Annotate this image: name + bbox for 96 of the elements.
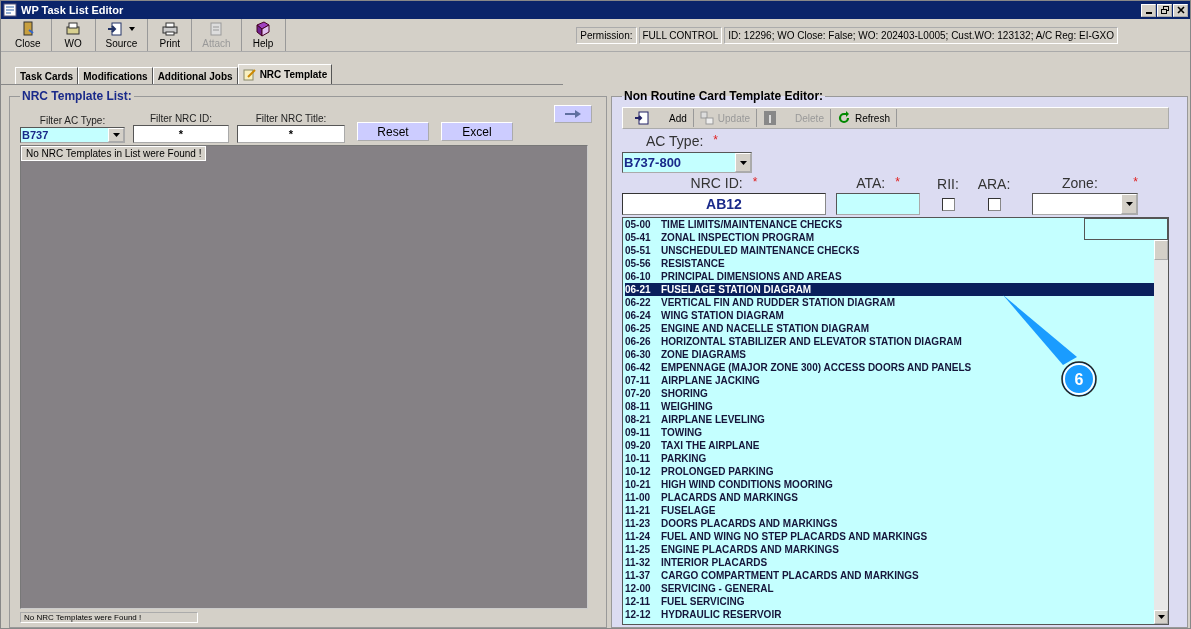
- ata-list-item[interactable]: 08-21 AIRPLANE LEVELING: [625, 413, 767, 426]
- import-icon: [107, 21, 124, 37]
- filter-field[interactable]: *: [237, 125, 345, 143]
- scroll-down-icon: [1157, 615, 1165, 619]
- restore-button[interactable]: [1157, 3, 1172, 17]
- toolbar-button[interactable]: Source: [95, 19, 149, 51]
- update-icon: [699, 111, 714, 125]
- tab[interactable]: NRC Template: [237, 64, 333, 84]
- ata-list-item[interactable]: 10-11 PARKING: [625, 452, 709, 465]
- restore-icon: [1160, 6, 1169, 14]
- zone-dropdown[interactable]: [1032, 193, 1138, 215]
- panel-title: Non Routine Card Template Editor:: [623, 89, 825, 103]
- close-button[interactable]: [1173, 3, 1188, 17]
- tab[interactable]: Modifications: [78, 67, 153, 84]
- field-label: RII:: [937, 176, 959, 192]
- ac-type-dropdown[interactable]: B737-800: [622, 152, 752, 173]
- transfer-button[interactable]: [554, 105, 592, 123]
- filter-field[interactable]: *: [133, 125, 229, 143]
- ata-list-item[interactable]: 05-41 ZONAL INSPECTION PROGRAM: [625, 231, 817, 244]
- filter-label: Filter AC Type:: [39, 115, 106, 126]
- empty-grid-message: No NRC Templates in List were Found !: [21, 146, 207, 161]
- ata-list-item[interactable]: 11-00 PLACARDS AND MARKINGS: [625, 491, 800, 504]
- ata-list-item[interactable]: 11-25 ENGINE PLACARDS AND MARKINGS: [625, 543, 841, 556]
- ata-list-item[interactable]: 10-12 PROLONGED PARKING: [625, 465, 776, 478]
- ata-list-item[interactable]: 06-22 VERTICAL FIN AND RUDDER STATION DIAGRAM: [625, 296, 898, 309]
- ata-list-item[interactable]: 07-20 SHORING: [625, 387, 710, 400]
- ata-list-item[interactable]: 09-11 TOWING: [625, 426, 704, 439]
- filter-dropdown[interactable]: B737: [20, 127, 125, 143]
- ata-list-item[interactable]: 11-24 FUEL AND WING NO STEP PLACARDS AND MARKINGS: [625, 530, 930, 543]
- required-mark: *: [895, 175, 900, 189]
- ata-list-item[interactable]: 06-26 HORIZONTAL STABILIZER AND ELEVATOR STATION DIAGRAM: [625, 335, 964, 348]
- toolbar-button[interactable]: Close: [5, 19, 52, 51]
- nrc-id-field[interactable]: AB12: [622, 193, 826, 215]
- toolbar-button[interactable]: WO: [51, 19, 96, 51]
- ata-list-item[interactable]: 05-56 RESISTANCE: [625, 257, 727, 270]
- app-icon: [3, 3, 17, 17]
- toolbar-button[interactable]: Help: [241, 19, 286, 51]
- minimize-button[interactable]: [1141, 3, 1156, 17]
- permission-label: Permission:: [576, 26, 637, 44]
- ata-list-item[interactable]: 05-00 TIME LIMITS/MAINTENANCE CHECKS: [625, 218, 845, 231]
- ata-list-item[interactable]: 12-00 SERVICING - GENERAL: [625, 582, 776, 595]
- scrollbar-thumb[interactable]: [1154, 240, 1168, 260]
- action-button[interactable]: Excel: [441, 122, 513, 141]
- ata-list-item[interactable]: 09-20 TAXI THE AIRPLANE: [625, 439, 762, 452]
- ata-list-item[interactable]: 12-12 HYDRAULIC RESERVOIR: [625, 608, 784, 621]
- ata-list-item[interactable]: 06-25 ENGINE AND NACELLE STATION DIAGRAM: [625, 322, 872, 335]
- work-order-info: ID: 12296; WO Close: False; WO: 202403-L0005; Cust.WO: 123132; A/C Reg: EI-GXO: [724, 26, 1118, 44]
- ata-list-item[interactable]: 06-10 PRINCIPAL DIMENSIONS AND AREAS: [625, 270, 844, 283]
- tab[interactable]: Task Cards: [15, 67, 79, 84]
- arrow-right-icon: [565, 110, 581, 118]
- filter-label: Filter NRC Title:: [255, 113, 327, 124]
- permission-value: FULL CONTROL: [638, 26, 723, 44]
- ata-list-item[interactable]: 06-42 EMPENNAGE (MAJOR ZONE 300) ACCESS DOORS AND PANELS: [625, 361, 974, 374]
- attachment-icon: [208, 21, 225, 37]
- dropdown-arrow-icon: [739, 160, 747, 165]
- refresh-icon: [836, 111, 851, 125]
- ara-checkbox[interactable]: [987, 198, 1001, 211]
- toolbar-button[interactable]: Print: [148, 19, 193, 51]
- field-label: AC Type:: [646, 133, 704, 149]
- toolbar-button[interactable]: Add: [629, 109, 694, 127]
- action-button[interactable]: Reset: [357, 122, 429, 141]
- caret-icon: [129, 27, 136, 31]
- toolbar-button[interactable]: Refresh: [830, 109, 897, 127]
- dropdown-arrow-icon: [1125, 202, 1133, 206]
- printer-icon: [65, 21, 82, 37]
- rii-checkbox[interactable]: [941, 198, 955, 211]
- field-label: NRC ID:: [690, 175, 743, 191]
- window-title: WP Task List Editor: [21, 4, 125, 16]
- tab[interactable]: Additional Jobs: [152, 67, 238, 84]
- add-record-icon: [635, 111, 649, 125]
- ata-list-item[interactable]: 08-11 WEIGHING: [625, 400, 715, 413]
- panel-title: NRC Template List:: [21, 89, 133, 103]
- notepad-icon: [242, 68, 256, 81]
- field-label: ATA:: [856, 175, 886, 191]
- dropdown-arrow-icon: [112, 133, 120, 137]
- ata-list-item[interactable]: 06-21 FUSELAGE STATION DIAGRAM: [625, 283, 1154, 296]
- ata-list-item[interactable]: 11-23 DOORS PLACARDS AND MARKINGS: [625, 517, 840, 530]
- close-icon: [1176, 6, 1185, 14]
- ata-list-item[interactable]: 06-24 WING STATION DIAGRAM: [625, 309, 786, 322]
- ata-field[interactable]: [836, 193, 920, 215]
- required-mark: *: [713, 133, 718, 147]
- ata-list-item[interactable]: 06-30 ZONE DIAGRAMS: [625, 348, 748, 361]
- ata-list-item[interactable]: 11-32 INTERIOR PLACARDS: [625, 556, 770, 569]
- required-mark: *: [752, 175, 758, 189]
- ata-list-item[interactable]: 11-37 CARGO COMPARTMENT PLACARDS AND MARKINGS: [625, 569, 921, 582]
- ata-list-item[interactable]: 11-21 FUSELAGE: [625, 504, 718, 517]
- ata-list-item[interactable]: 07-11 AIRPLANE JACKING: [625, 374, 762, 387]
- status-text: No NRC Templates were Found !: [20, 611, 198, 623]
- field-label: ARA:: [977, 176, 1011, 192]
- printer-icon: [161, 21, 178, 37]
- field-label: Zone:: [1062, 175, 1098, 191]
- required-mark: *: [1133, 175, 1138, 189]
- filter-label: Filter NRC ID:: [149, 113, 213, 124]
- ata-list-item[interactable]: 12-11 FUEL SERVICING: [625, 595, 747, 608]
- ata-list-item[interactable]: 05-51 UNSCHEDULED MAINTENANCE CHECKS: [625, 244, 862, 257]
- ata-list-item[interactable]: 10-21 HIGH WIND CONDITIONS MOORING: [625, 478, 835, 491]
